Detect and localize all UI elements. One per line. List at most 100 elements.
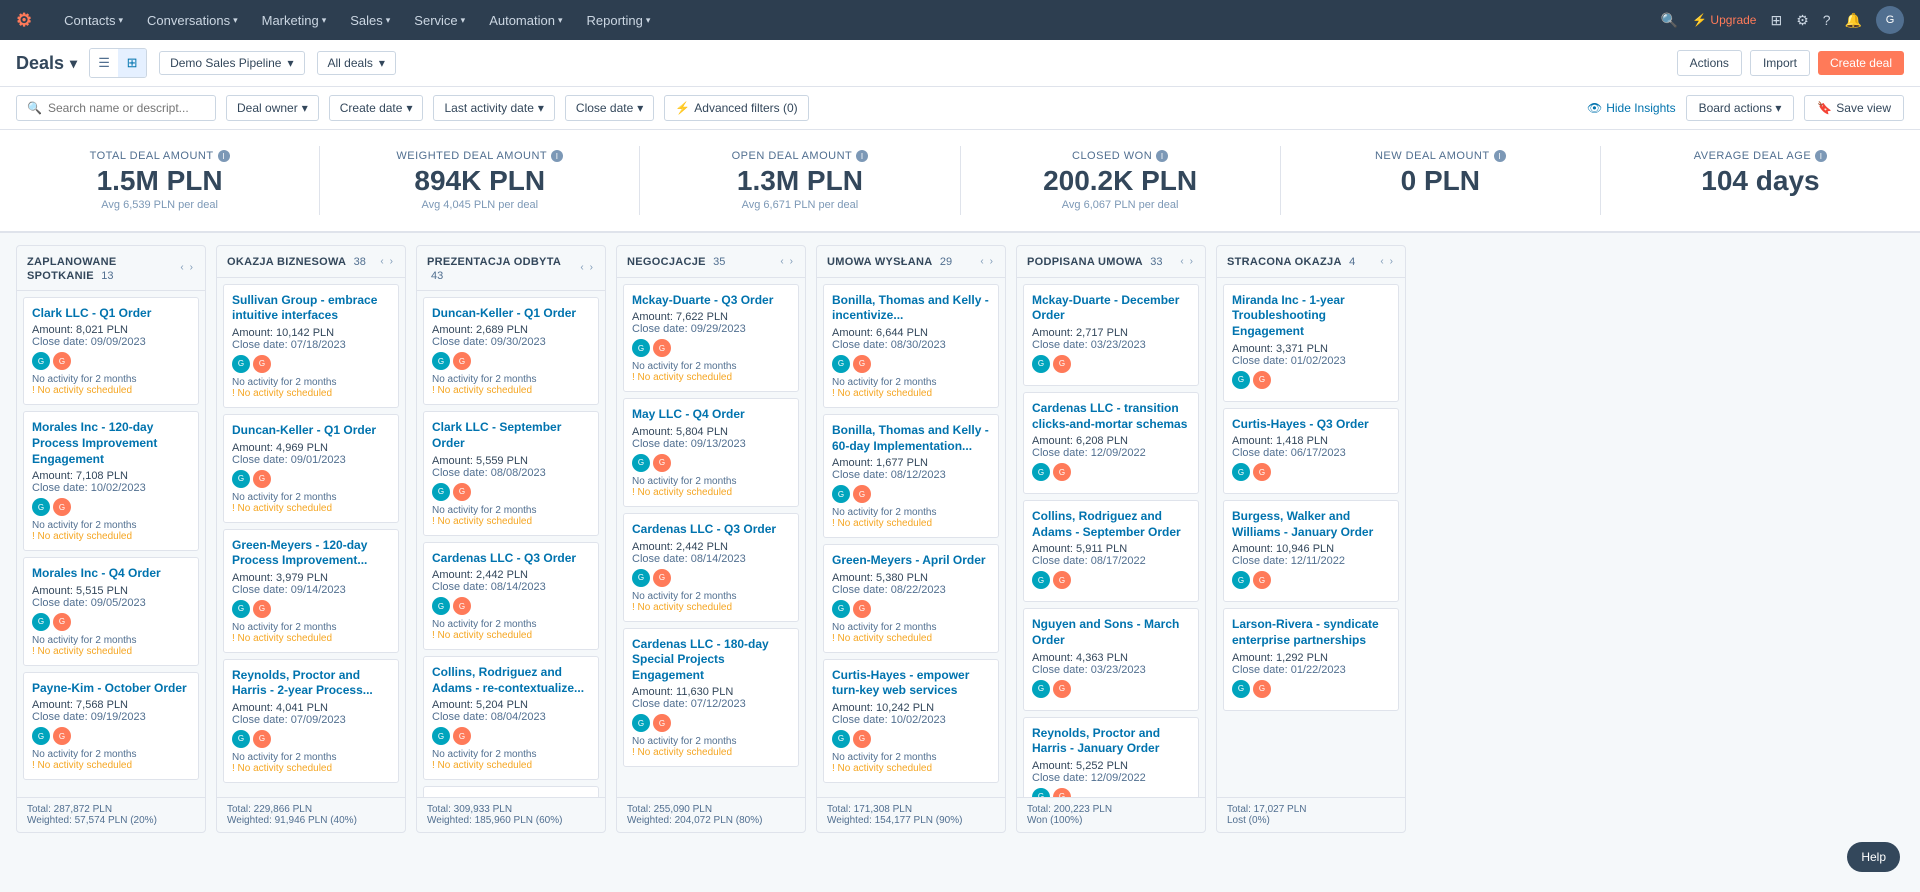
nav-reporting[interactable]: Reporting ▾	[586, 13, 650, 28]
deal-card[interactable]: Bonilla, Thomas and Kelly - incentivize.…	[823, 284, 999, 408]
nav-contacts[interactable]: Contacts ▾	[64, 13, 123, 28]
column-prev-button[interactable]: ‹	[1378, 254, 1385, 269]
info-icon[interactable]: i	[1494, 150, 1506, 162]
nav-conversations[interactable]: Conversations ▾	[147, 13, 238, 28]
notifications-icon[interactable]: 🔔	[1845, 12, 1862, 29]
deal-amount: Amount: 5,380 PLN	[832, 572, 990, 584]
deal-amount: Amount: 10,946 PLN	[1232, 543, 1390, 555]
metric-label: CLOSED WON i	[977, 150, 1264, 162]
deal-card[interactable]: Miranda Inc - 1-year Troubleshooting Eng…	[1223, 284, 1399, 402]
column-next-button[interactable]: ›	[1388, 254, 1395, 269]
help-icon[interactable]: ?	[1823, 12, 1831, 28]
avatar: G	[653, 454, 671, 472]
column-prev-button[interactable]: ‹	[378, 254, 385, 269]
deal-card[interactable]: Duncan-Keller - Q1 Order Amount: 4,969 P…	[223, 414, 399, 523]
board-actions-button[interactable]: Board actions ▾	[1686, 95, 1795, 121]
deal-card[interactable]: Nguyen and Sons - March Order Amount: 4,…	[1023, 608, 1199, 710]
deal-card[interactable]: Reynolds, Proctor and Harris - 2-year Pr…	[223, 659, 399, 783]
column-next-button[interactable]: ›	[388, 254, 395, 269]
create-date-filter[interactable]: Create date ▾	[329, 95, 424, 121]
user-avatar[interactable]: G	[1876, 6, 1904, 34]
deal-card[interactable]: Cardenas LLC - 180-day Special Projects …	[423, 786, 599, 796]
column-header: OKAZJA BIZNESOWA 38 ‹ ›	[217, 246, 405, 278]
deal-card[interactable]: Sullivan Group - embrace intuitive inter…	[223, 284, 399, 408]
nav-marketing[interactable]: Marketing ▾	[262, 13, 327, 28]
deal-card[interactable]: Mckay-Duarte - Q3 Order Amount: 7,622 PL…	[623, 284, 799, 393]
upgrade-link[interactable]: ⚡ Upgrade	[1692, 13, 1756, 27]
column-prev-button[interactable]: ‹	[578, 260, 585, 275]
column-prev-button[interactable]: ‹	[978, 254, 985, 269]
chevron-down-icon: ▾	[322, 15, 327, 26]
column-next-button[interactable]: ›	[788, 254, 795, 269]
deal-owner-filter[interactable]: Deal owner ▾	[226, 95, 319, 121]
info-icon[interactable]: i	[1815, 150, 1827, 162]
column-nav: ‹ ›	[1378, 254, 1395, 269]
close-date-filter[interactable]: Close date ▾	[565, 95, 654, 121]
deal-close-date: Close date: 06/17/2023	[1232, 447, 1390, 459]
column-title: STRACONA OKAZJA	[1227, 256, 1342, 268]
deal-card[interactable]: Payne-Kim - October Order Amount: 7,568 …	[23, 672, 199, 781]
deal-name: Sullivan Group - embrace intuitive inter…	[232, 293, 390, 324]
hubspot-logo[interactable]: ⚙	[16, 10, 32, 31]
import-button[interactable]: Import	[1750, 50, 1810, 76]
column-prev-button[interactable]: ‹	[178, 260, 185, 275]
settings-icon[interactable]: ⚙	[1796, 12, 1809, 29]
column-prev-button[interactable]: ‹	[778, 254, 785, 269]
deal-card[interactable]: Collins, Rodriguez and Adams - re-contex…	[423, 656, 599, 780]
search-icon[interactable]: 🔍	[1661, 12, 1678, 29]
deal-card[interactable]: Green-Meyers - 120-day Process Improveme…	[223, 529, 399, 653]
create-deal-button[interactable]: Create deal	[1818, 51, 1904, 75]
page-title[interactable]: Deals ▾	[16, 53, 77, 74]
deal-card[interactable]: Curtis-Hayes - empower turn-key web serv…	[823, 659, 999, 783]
search-input[interactable]	[48, 101, 188, 115]
all-deals-selector[interactable]: All deals ▾	[317, 51, 396, 75]
info-icon[interactable]: i	[1156, 150, 1168, 162]
column-next-button[interactable]: ›	[588, 260, 595, 275]
deal-card[interactable]: Bonilla, Thomas and Kelly - 60-day Imple…	[823, 414, 999, 538]
actions-button[interactable]: Actions	[1677, 50, 1742, 76]
column-next-button[interactable]: ›	[988, 254, 995, 269]
info-icon[interactable]: i	[218, 150, 230, 162]
column-next-button[interactable]: ›	[1188, 254, 1195, 269]
deal-card[interactable]: Curtis-Hayes - Q3 Order Amount: 1,418 PL…	[1223, 408, 1399, 495]
deal-card[interactable]: Mckay-Duarte - December Order Amount: 2,…	[1023, 284, 1199, 386]
deal-card[interactable]: Cardenas LLC - Q3 Order Amount: 2,442 PL…	[623, 513, 799, 622]
deal-card[interactable]: Larson-Rivera - syndicate enterprise par…	[1223, 608, 1399, 710]
column-next-button[interactable]: ›	[188, 260, 195, 275]
search-box[interactable]: 🔍	[16, 95, 216, 121]
board-view-button[interactable]: ⊞	[118, 49, 146, 77]
avatar: G	[1053, 463, 1071, 481]
pipeline-selector[interactable]: Demo Sales Pipeline ▾	[159, 51, 304, 75]
deal-card[interactable]: Clark LLC - September Order Amount: 5,55…	[423, 411, 599, 535]
deal-card[interactable]: Green-Meyers - April Order Amount: 5,380…	[823, 544, 999, 653]
deal-card[interactable]: Clark LLC - Q1 Order Amount: 8,021 PLN C…	[23, 297, 199, 406]
info-icon[interactable]: i	[856, 150, 868, 162]
deal-card[interactable]: Duncan-Keller - Q1 Order Amount: 2,689 P…	[423, 297, 599, 406]
deal-card[interactable]: Cardenas LLC - 180-day Special Projects …	[623, 628, 799, 768]
deal-card[interactable]: Cardenas LLC - transition clicks-and-mor…	[1023, 392, 1199, 494]
deal-amount: Amount: 11,630 PLN	[632, 686, 790, 698]
marketplace-icon[interactable]: ⊞	[1770, 12, 1782, 29]
hide-insights-button[interactable]: 👁 Hide Insights	[1587, 101, 1676, 115]
deal-card[interactable]: Morales Inc - 120-day Process Improvemen…	[23, 411, 199, 551]
nav-automation[interactable]: Automation ▾	[489, 13, 562, 28]
advanced-filters-button[interactable]: ⚡ Advanced filters (0)	[664, 95, 808, 121]
nav-sales[interactable]: Sales ▾	[350, 13, 390, 28]
avatar: G	[32, 352, 50, 370]
column-total: Total: 229,866 PLN	[227, 804, 395, 815]
save-view-button[interactable]: 🔖 Save view	[1804, 95, 1904, 121]
column-total: Total: 17,027 PLN	[1227, 804, 1395, 815]
nav-service[interactable]: Service ▾	[414, 13, 465, 28]
column-prev-button[interactable]: ‹	[1178, 254, 1185, 269]
deal-card[interactable]: Collins, Rodriguez and Adams - September…	[1023, 500, 1199, 602]
deal-card[interactable]: Burgess, Walker and Williams - January O…	[1223, 500, 1399, 602]
deal-card[interactable]: Cardenas LLC - Q3 Order Amount: 2,442 PL…	[423, 542, 599, 651]
deal-card[interactable]: Reynolds, Proctor and Harris - January O…	[1023, 717, 1199, 797]
deal-card[interactable]: May LLC - Q4 Order Amount: 5,804 PLN Clo…	[623, 398, 799, 507]
last-activity-filter[interactable]: Last activity date ▾	[433, 95, 554, 121]
info-icon[interactable]: i	[551, 150, 563, 162]
avatar: G	[653, 714, 671, 732]
help-button[interactable]: Help	[1847, 842, 1900, 872]
deal-card[interactable]: Morales Inc - Q4 Order Amount: 5,515 PLN…	[23, 557, 199, 666]
list-view-button[interactable]: ☰	[90, 49, 118, 77]
